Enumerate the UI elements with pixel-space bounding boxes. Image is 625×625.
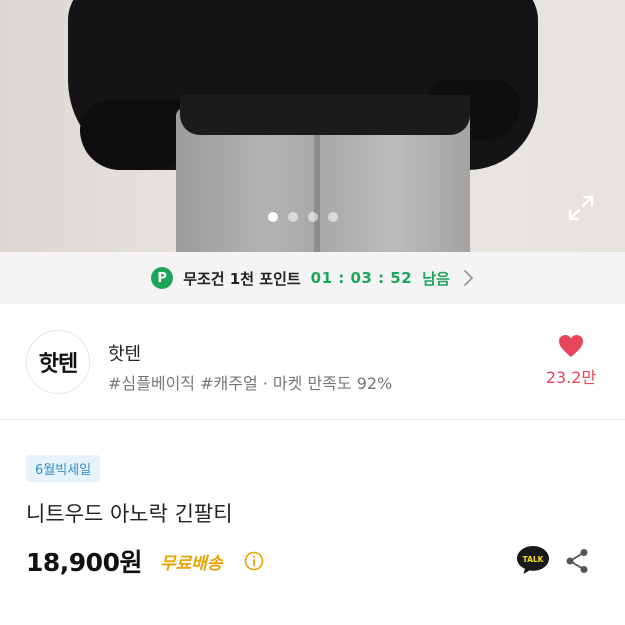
- share-icon[interactable]: [565, 548, 589, 574]
- carousel-dot[interactable]: [288, 212, 298, 222]
- seller-info[interactable]: 핫텐 핫텐 #심플베이직 #캐주얼 · 마켓 만족도 92% 23.2만: [0, 306, 625, 420]
- product-price: 18,900원: [26, 548, 142, 577]
- carousel-dot[interactable]: [328, 212, 338, 222]
- product-title: 니트우드 아노락 긴팔티: [26, 502, 233, 526]
- carousel-indicator: [268, 212, 338, 222]
- photo-hoodie-hem: [180, 95, 470, 135]
- kakao-talk-icon[interactable]: TALK: [515, 544, 551, 576]
- seller-tags: #심플베이직 #캐주얼 · 마켓 만족도 92%: [108, 374, 393, 393]
- seller-name[interactable]: 핫텐: [108, 340, 141, 366]
- p-points-icon: P: [151, 267, 174, 289]
- carousel-dot[interactable]: [268, 212, 278, 222]
- product-image-carousel[interactable]: [0, 0, 625, 252]
- free-shipping-label: 무료배송: [160, 554, 223, 574]
- photo-sleeve-left: [80, 100, 190, 170]
- chevron-right-icon: [463, 270, 473, 286]
- countdown-suffix: 남음: [422, 269, 450, 288]
- like-count: 23.2만: [545, 368, 597, 387]
- sale-badge: 6월빅세일: [26, 455, 101, 482]
- expand-arrows-icon[interactable]: [567, 194, 595, 222]
- like-button[interactable]: 23.2만: [536, 334, 606, 388]
- heart-icon: [559, 335, 583, 357]
- points-label: 무조건 1천 포인트: [183, 269, 301, 288]
- svg-text:TALK: TALK: [523, 555, 545, 564]
- carousel-dot[interactable]: [308, 212, 318, 222]
- seller-logo[interactable]: 핫텐: [26, 330, 90, 394]
- countdown-timer: 01 : 03 : 52: [310, 269, 413, 287]
- photo-pants-seam: [314, 130, 320, 252]
- points-timer-banner[interactable]: P 무조건 1천 포인트 01 : 03 : 52 남음: [0, 252, 625, 304]
- info-circle-icon[interactable]: [244, 551, 264, 571]
